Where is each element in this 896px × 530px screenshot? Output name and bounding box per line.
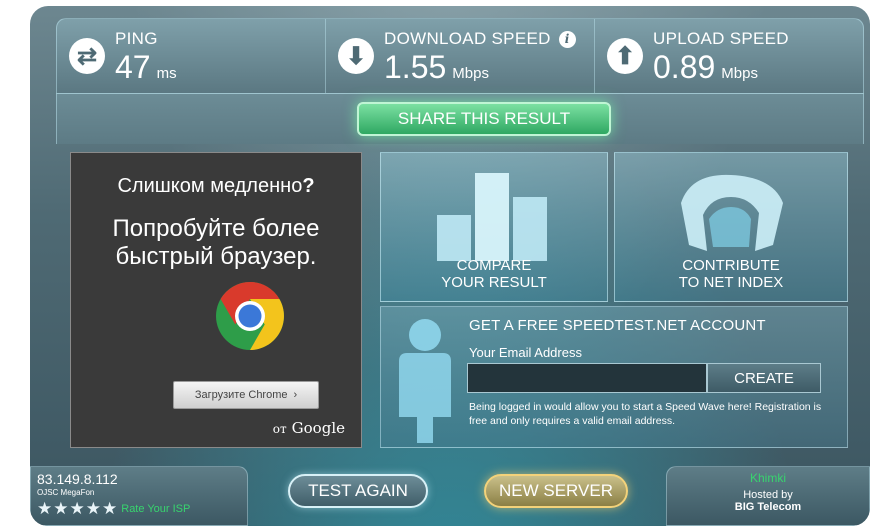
contribute-tile[interactable]: CONTRIBUTE TO NET INDEX bbox=[614, 152, 848, 302]
create-account-button[interactable]: CREATE bbox=[707, 363, 821, 393]
ad-heading-text: Слишком медленно bbox=[117, 175, 303, 197]
rate-isp-link[interactable]: Rate Your ISP bbox=[121, 503, 190, 515]
upload-arrow-icon: ⬆ bbox=[607, 38, 643, 74]
upload-value: 0.89 bbox=[653, 49, 716, 85]
isp-info: 83.149.8.112 OJSC MegaFon ★ ★ ★ ★ ★ Rate You… bbox=[30, 466, 248, 526]
chevron-right-icon: › bbox=[293, 389, 298, 401]
ad-credit: от Google bbox=[273, 419, 345, 437]
bar-chart-icon bbox=[437, 173, 547, 261]
server-city: Khimki bbox=[749, 471, 786, 485]
stats-bar: ⇄ PING 47 ms ⬇ DOWNLOAD SPEED i 1.55 Mbp… bbox=[56, 18, 864, 94]
upload-unit: Mbps bbox=[721, 65, 758, 82]
download-value: 1.55 bbox=[384, 49, 447, 85]
download-arrow-icon: ⬇ bbox=[338, 38, 374, 74]
compare-label: COMPARE YOUR RESULT bbox=[441, 256, 547, 291]
server-info: Khimki Hosted by BIG Telecom bbox=[666, 466, 870, 526]
hosted-by-label: Hosted by bbox=[743, 489, 793, 501]
speedtest-results-panel: ⇄ PING 47 ms ⬇ DOWNLOAD SPEED i 1.55 Mbp… bbox=[30, 6, 870, 526]
star-icon[interactable]: ★ bbox=[86, 500, 101, 517]
person-icon bbox=[399, 319, 451, 443]
account-signup-panel: GET A FREE SPEEDTEST.NET ACCOUNT Your Em… bbox=[380, 306, 848, 448]
account-title: GET A FREE SPEEDTEST.NET ACCOUNT bbox=[469, 317, 766, 334]
ad-credit-brand: Google bbox=[291, 419, 345, 437]
ad-heading: Слишком медленно? bbox=[71, 175, 361, 198]
server-host: BIG Telecom bbox=[734, 501, 802, 514]
compare-result-tile[interactable]: COMPARE YOUR RESULT bbox=[380, 152, 608, 302]
rating-stars: ★ ★ ★ ★ ★ bbox=[37, 500, 117, 517]
ping-stat: ⇄ PING 47 ms bbox=[57, 19, 326, 93]
chrome-ad-panel[interactable]: Слишком медленно? Попробуйте более быстр… bbox=[70, 152, 362, 448]
info-icon[interactable]: i bbox=[558, 30, 576, 48]
ping-label: PING bbox=[115, 29, 158, 48]
star-icon[interactable]: ★ bbox=[37, 500, 52, 517]
email-input[interactable] bbox=[467, 363, 707, 393]
test-again-button[interactable]: TEST AGAIN bbox=[288, 474, 428, 508]
email-label: Your Email Address bbox=[469, 345, 582, 360]
ip-address: 83.149.8.112 bbox=[37, 471, 118, 487]
upload-stat: ⬆ UPLOAD SPEED 0.89 Mbps bbox=[595, 19, 863, 93]
ad-subheading: Попробуйте более быстрый браузер. bbox=[112, 215, 320, 270]
ad-credit-prefix: от bbox=[272, 422, 287, 436]
isp-name: OJSC MegaFon bbox=[37, 488, 95, 497]
star-icon[interactable]: ★ bbox=[70, 500, 85, 517]
ping-value: 47 bbox=[115, 49, 151, 85]
account-note: Being logged in would allow you to start… bbox=[469, 401, 822, 427]
new-server-button[interactable]: NEW SERVER bbox=[484, 474, 628, 508]
download-chrome-button[interactable]: Загрузите Chrome › bbox=[173, 381, 319, 409]
ad-heading-mark: ? bbox=[302, 175, 315, 197]
download-stat: ⬇ DOWNLOAD SPEED i 1.55 Mbps bbox=[326, 19, 595, 93]
star-icon[interactable]: ★ bbox=[53, 500, 68, 517]
share-row: SHARE THIS RESULT bbox=[56, 94, 864, 144]
chrome-logo-icon bbox=[216, 282, 284, 350]
bottom-bar: 83.149.8.112 OJSC MegaFon ★ ★ ★ ★ ★ Rate You… bbox=[30, 456, 870, 526]
download-unit: Mbps bbox=[452, 65, 489, 82]
isp-rating: ★ ★ ★ ★ ★ Rate Your ISP bbox=[37, 500, 241, 517]
net-index-icon bbox=[681, 174, 783, 251]
share-result-button[interactable]: SHARE THIS RESULT bbox=[357, 102, 611, 136]
ping-arrows-icon: ⇄ bbox=[69, 38, 105, 74]
upload-label: UPLOAD SPEED bbox=[653, 29, 789, 48]
star-icon[interactable]: ★ bbox=[102, 500, 117, 517]
contribute-label: CONTRIBUTE TO NET INDEX bbox=[678, 256, 784, 291]
download-chrome-label: Загрузите Chrome bbox=[194, 389, 288, 401]
download-label: DOWNLOAD SPEED bbox=[384, 29, 551, 48]
ping-unit: ms bbox=[156, 65, 177, 82]
